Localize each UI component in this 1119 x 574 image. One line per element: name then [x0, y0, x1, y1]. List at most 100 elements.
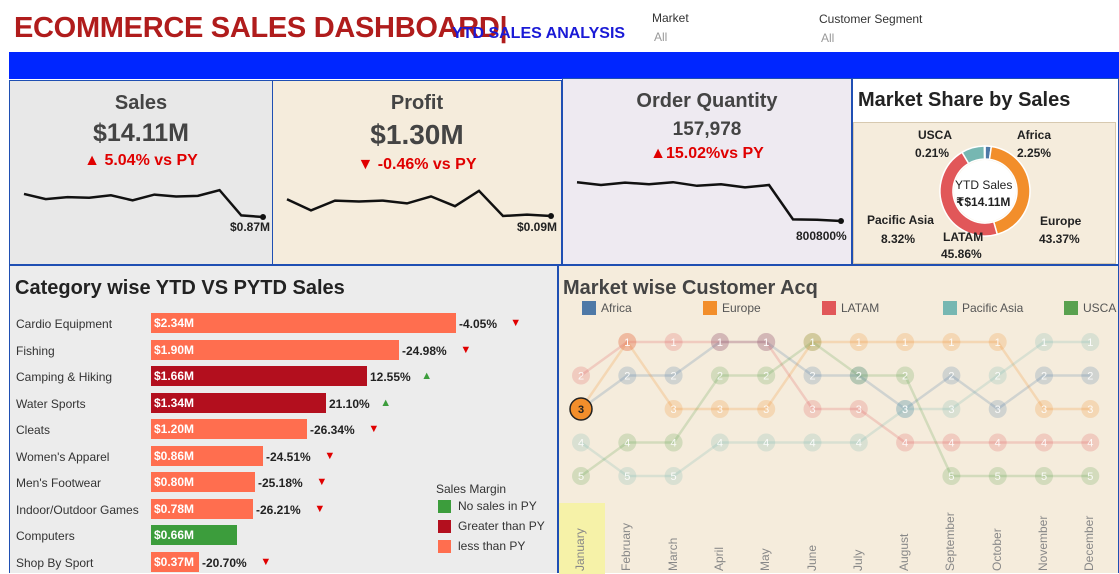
slice-label-africa: Africa: [1017, 128, 1052, 142]
customer-acq-panel: Market wise Customer Acq Africa Europe LAT…: [558, 265, 1119, 574]
quantity-kpi-value: 157,978: [672, 119, 742, 140]
yoy-change-label: -24.98%: [402, 343, 447, 358]
month-tick-label: April: [711, 546, 726, 571]
profit-kpi-card: Profit $1.30M ▼ -0.46% vs PY $0.09M: [273, 80, 562, 265]
category-bar[interactable]: $0.80M: [151, 472, 255, 492]
category-bar[interactable]: $2.34M: [151, 313, 456, 333]
legend-label-usca: USCA: [1083, 301, 1117, 315]
month-tick-label: May: [758, 548, 773, 571]
down-arrow-icon: ▼: [368, 423, 380, 435]
series-line-africa[interactable]: [580, 340, 1091, 411]
margin-legend-title: Sales Margin: [436, 482, 507, 496]
category-bar[interactable]: $0.86M: [151, 445, 263, 466]
rank-label: 1: [948, 337, 954, 349]
legend-swatch-europe: [703, 301, 717, 315]
rank-label: 2: [624, 371, 630, 383]
category-bar[interactable]: $1.90M: [151, 339, 399, 360]
profit-sparkline-end-label: $0.09M: [517, 220, 558, 234]
rank-label: 1: [624, 337, 630, 349]
rank-label: 3: [717, 404, 723, 416]
sales-kpi-delta: ▲ 5.04% vs PY: [84, 152, 198, 169]
slice-label-latam: LATAM: [943, 230, 984, 244]
bar-value-label: $0.66M: [154, 528, 195, 542]
category-bar[interactable]: $0.78M: [151, 498, 253, 519]
dashboard-subtitle: YTD SALES ANALYSIS: [452, 25, 626, 42]
rank-label: 1: [995, 337, 1001, 349]
rank-label: 1: [763, 337, 769, 349]
rank-label: 5: [948, 471, 954, 483]
category-bar[interactable]: $1.34M: [151, 392, 326, 413]
month-tick-label: January: [573, 528, 587, 571]
category-label: Camping & Hiking: [16, 370, 113, 384]
category-bar[interactable]: $1.66M: [151, 366, 367, 386]
legend-swatch-less: [438, 540, 451, 553]
category-bar[interactable]: $0.37M: [151, 551, 199, 572]
profit-kpi-value: $1.30M: [370, 119, 464, 150]
rank-label: 2: [902, 371, 908, 383]
donut-slice-usca[interactable]: [983, 145, 986, 160]
rank-label: 3: [1087, 404, 1093, 416]
yoy-change-label: 21.10%: [329, 396, 370, 411]
category-label: Cardio Equipment: [16, 317, 113, 331]
rank-label: 4: [809, 438, 815, 450]
rank-label: 4: [1041, 438, 1047, 450]
yoy-change-label: -4.05%: [459, 317, 498, 331]
yoy-change-label: -26.34%: [310, 423, 355, 437]
sales-sparkline: [23, 188, 266, 220]
rank-label: 3: [763, 404, 769, 416]
profit-kpi-title: Profit: [390, 92, 444, 114]
bar-value-label: $1.90M: [154, 342, 195, 357]
market-filter-select[interactable]: All: [654, 30, 667, 44]
legend-label-less: less than PY: [458, 539, 526, 553]
legend-label-europe: Europe: [722, 301, 761, 315]
legend-label-africa: Africa: [601, 301, 632, 315]
rank-label: 1: [717, 337, 723, 349]
rank-label: 4: [1087, 438, 1093, 450]
sales-kpi-card: Sales $14.11M ▲ 5.04% vs PY $0.87M: [9, 80, 273, 265]
rank-label: 1: [809, 337, 815, 349]
category-chart-title: Category wise YTD VS PYTD Sales: [15, 277, 345, 299]
up-arrow-icon: ▲: [380, 396, 392, 409]
category-label: Indoor/Outdoor Games: [16, 502, 139, 517]
sales-kpi-title: Sales: [114, 92, 168, 114]
rank-label: 3: [995, 404, 1001, 416]
rank-label: 3: [809, 404, 815, 416]
category-bar[interactable]: $0.66M: [151, 525, 237, 545]
rank-label: 3: [948, 404, 954, 416]
month-tick-label: August: [897, 533, 912, 571]
highlight-rank-label: 3: [578, 404, 584, 416]
rank-label: 2: [1087, 371, 1093, 383]
month-tick-label: February: [619, 522, 634, 571]
rank-label: 3: [671, 404, 677, 416]
rank-label: 2: [809, 371, 815, 383]
market-share-title: Market Share by Sales: [858, 89, 1071, 111]
slice-label-europe: Europe: [1040, 214, 1082, 228]
rank-label: 2: [763, 371, 769, 383]
series-line-latam[interactable]: [580, 340, 1091, 444]
quantity-sparkline: [576, 180, 844, 224]
category-bar[interactable]: $1.20M: [151, 419, 307, 439]
category-label: Shop By Sport: [16, 555, 94, 570]
slice-pct-latam: 45.86%: [941, 247, 982, 261]
bar-value-label: $1.20M: [154, 422, 195, 436]
slice-pct-europe: 43.37%: [1039, 232, 1080, 246]
rank-label: 4: [995, 438, 1001, 450]
legend-label-latam: LATAM: [841, 301, 880, 315]
rank-label: 2: [856, 371, 862, 383]
slice-pct-usca: 0.21%: [915, 146, 950, 160]
bar-value-label: $2.34M: [154, 316, 195, 330]
yoy-change-label: -25.18%: [258, 476, 303, 490]
down-arrow-icon: ▼: [510, 317, 522, 329]
slice-pct-pacific-asia: 8.32%: [881, 232, 916, 246]
dashboard-title: ECOMMERCE SALES DASHBOARD|: [14, 12, 508, 44]
rank-label: 4: [578, 438, 584, 450]
rank-label: 4: [717, 438, 723, 450]
segment-filter-select[interactable]: All: [821, 31, 834, 45]
down-arrow-icon: ▼: [316, 476, 328, 488]
slice-pct-africa: 2.25%: [1017, 146, 1052, 160]
bar-value-label: $0.78M: [154, 501, 195, 516]
slice-label-usca: USCA: [918, 128, 953, 142]
rank-label: 1: [1041, 337, 1047, 349]
rank-label: 4: [671, 438, 677, 450]
sparkline-end-dot: [838, 218, 844, 224]
